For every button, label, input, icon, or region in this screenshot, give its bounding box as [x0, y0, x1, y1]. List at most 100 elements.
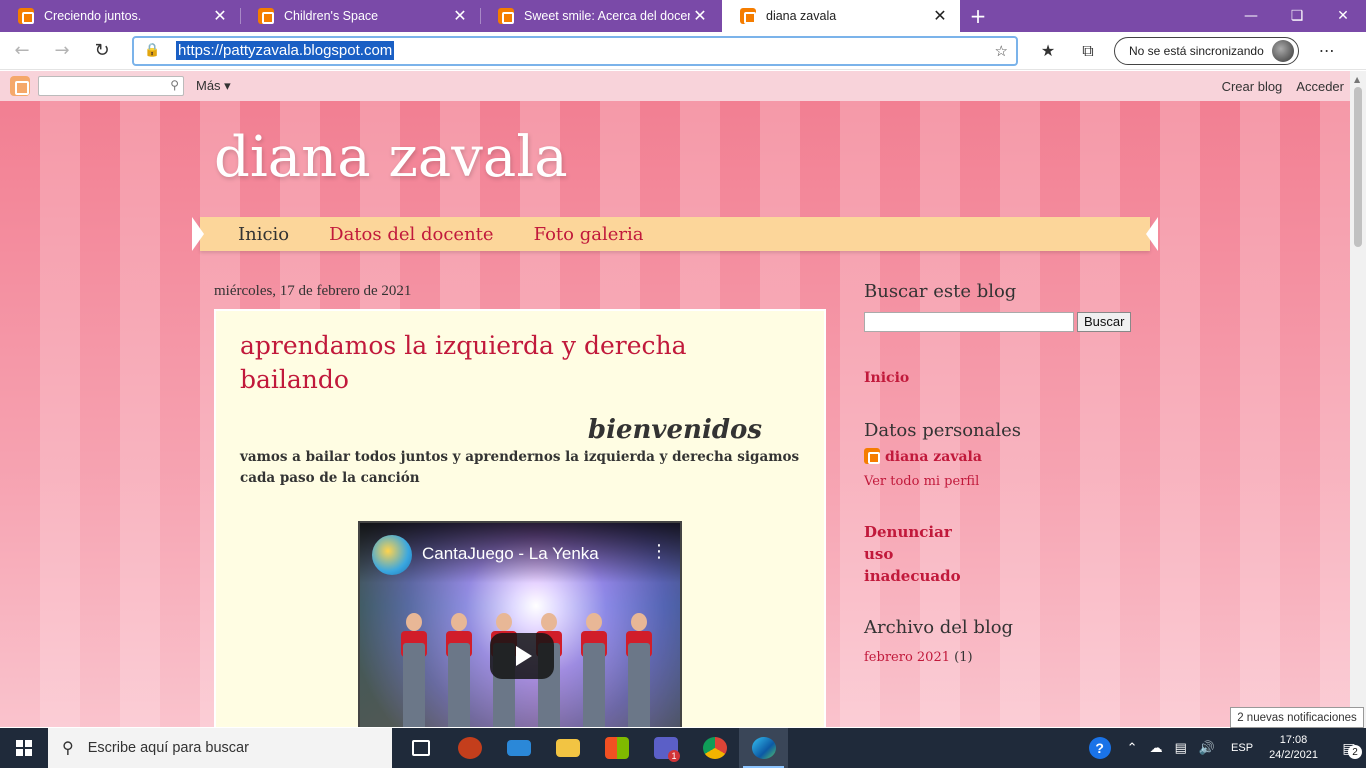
archive-entry: febrero 2021 (1): [864, 650, 1144, 665]
close-icon[interactable]: ✕: [450, 6, 470, 26]
search-icon[interactable]: ⚲: [170, 78, 179, 92]
teams-icon[interactable]: 1: [641, 728, 690, 768]
dancer-figure: [398, 613, 428, 727]
report-abuse-link[interactable]: Denunciar uso inadecuado: [864, 521, 1144, 587]
dancer-figure: [578, 613, 608, 727]
video-title[interactable]: CantaJuego - La Yenka: [422, 544, 650, 564]
refresh-icon[interactable]: ↻: [84, 36, 120, 66]
url-text[interactable]: https://pattyzavala.blogspot.com: [176, 41, 395, 60]
cloud-icon[interactable]: ☁: [1150, 740, 1163, 756]
tab-diana-zavala[interactable]: diana zavala ✕: [722, 0, 960, 32]
post-body: vamos a bailar todos juntos y aprenderno…: [240, 449, 800, 486]
report-abuse-line[interactable]: Denunciar: [864, 521, 1144, 543]
taskbar-search[interactable]: ⚲ Escribe aquí para buscar: [48, 728, 392, 768]
blogger-icon: [498, 8, 514, 24]
tab-childrens-space[interactable]: Children's Space ✕: [240, 0, 480, 32]
blogger-icon: [258, 8, 274, 24]
play-button-icon[interactable]: [490, 633, 554, 679]
blogger-profile-icon: [864, 448, 880, 464]
video-header: CantaJuego - La Yenka ⋮: [360, 523, 680, 583]
post-date: miércoles, 17 de febrero de 2021: [214, 283, 412, 299]
video-more-icon[interactable]: ⋮: [650, 541, 668, 562]
view-profile-link[interactable]: Ver todo mi perfil: [864, 474, 1144, 489]
channel-logo-icon[interactable]: [372, 535, 412, 575]
forward-icon[interactable]: →: [44, 36, 80, 66]
post-welcome: bienvenidos: [587, 415, 762, 445]
profile-name-link[interactable]: diana zavala: [885, 449, 982, 465]
sign-in-link[interactable]: Acceder: [1296, 79, 1344, 94]
windows-taskbar: ⚲ Escribe aquí para buscar 1 ? ⌃ ☁ ▤ 🔊 E…: [0, 728, 1366, 768]
page-scrollbar[interactable]: ▲: [1350, 71, 1366, 728]
tab-strip: Creciendo juntos. ✕ Children's Space ✕ S…: [0, 0, 1366, 32]
profile-sync-button[interactable]: No se está sincronizando: [1114, 36, 1299, 65]
avatar: [1271, 39, 1294, 62]
archive-heading: Archivo del blog: [864, 617, 1014, 638]
tab-sweet-smile[interactable]: Sweet smile: Acerca del docente ✕: [480, 0, 720, 32]
notifications-icon[interactable]: ▤2: [1332, 728, 1366, 768]
back-icon[interactable]: ←: [4, 36, 40, 66]
mail-icon[interactable]: [494, 728, 543, 768]
minimize-icon[interactable]: —: [1228, 0, 1274, 32]
notification-count: 2: [1348, 745, 1362, 759]
search-button[interactable]: Buscar: [1077, 312, 1132, 332]
volume-icon[interactable]: 🔊: [1199, 740, 1215, 756]
restore-icon[interactable]: ❏: [1274, 0, 1320, 32]
blog-page: diana zavala Inicio Datos del docente Fo…: [0, 101, 1350, 727]
post-title[interactable]: aprendamos la izquierda y derecha bailan…: [240, 329, 800, 397]
scroll-up-icon[interactable]: ▲: [1354, 75, 1360, 84]
sidebar-search-input[interactable]: [864, 312, 1074, 332]
report-abuse-line[interactable]: inadecuado: [864, 565, 1144, 587]
settings-more-icon[interactable]: ⋯: [1307, 36, 1347, 66]
close-icon[interactable]: ✕: [690, 6, 710, 26]
clock[interactable]: 17:08 24/2/2021: [1269, 733, 1318, 763]
task-view-icon[interactable]: [396, 728, 445, 768]
menu-item-datos-docente[interactable]: Datos del docente: [329, 224, 493, 245]
teams-badge: 1: [668, 750, 680, 762]
file-explorer-icon[interactable]: [543, 728, 592, 768]
chrome-icon[interactable]: [690, 728, 739, 768]
menu-item-inicio[interactable]: Inicio: [238, 224, 289, 245]
sidebar: Buscar este blog Buscar Inicio Datos per…: [864, 281, 1144, 665]
create-blog-link[interactable]: Crear blog: [1222, 79, 1283, 94]
new-tab-button[interactable]: +: [960, 0, 996, 32]
blog-title[interactable]: diana zavala: [214, 125, 568, 190]
page-menu: Inicio Datos del docente Foto galeria: [192, 217, 1158, 251]
profile-heading: Datos personales: [864, 420, 1022, 441]
network-icon[interactable]: ▤: [1175, 740, 1187, 756]
sidebar-home-link[interactable]: Inicio: [864, 370, 1144, 386]
post-card: aprendamos la izquierda y derecha bailan…: [214, 309, 826, 727]
youtube-video-embed[interactable]: CantaJuego - La Yenka ⋮: [358, 521, 682, 727]
search-icon: ⚲: [62, 740, 74, 757]
help-icon[interactable]: ?: [1088, 737, 1111, 759]
blogger-search-input[interactable]: ⚲: [38, 76, 184, 96]
start-button[interactable]: [0, 728, 48, 768]
more-menu[interactable]: Más ▾: [196, 78, 231, 94]
profile-name-row: diana zavala: [864, 448, 1144, 465]
tab-title: Children's Space: [284, 9, 379, 23]
collections-icon[interactable]: ⧉: [1068, 36, 1108, 66]
close-icon[interactable]: ✕: [930, 6, 950, 26]
tab-creciendo-juntos[interactable]: Creciendo juntos. ✕: [0, 0, 240, 32]
add-favorite-icon[interactable]: ☆: [995, 42, 1008, 60]
show-hidden-icons-icon[interactable]: ⌃: [1127, 740, 1138, 756]
clock-date: 24/2/2021: [1269, 749, 1318, 761]
address-bar[interactable]: 🔒 https://pattyzavala.blogspot.com ☆: [132, 35, 1018, 66]
scrollbar-thumb[interactable]: [1354, 87, 1362, 247]
language-indicator[interactable]: ESP: [1231, 742, 1253, 754]
favorites-icon[interactable]: ★: [1028, 36, 1068, 66]
windows-icon: [16, 740, 32, 756]
archive-month-link[interactable]: febrero 2021: [864, 650, 950, 665]
store-icon[interactable]: [592, 728, 641, 768]
tab-title: diana zavala: [766, 9, 837, 23]
notification-toast[interactable]: 2 nuevas notificaciones: [1230, 707, 1364, 728]
blogger-logo-icon[interactable]: [10, 76, 30, 96]
window-close-icon[interactable]: ✕: [1320, 0, 1366, 32]
sync-label: No se está sincronizando: [1129, 43, 1264, 58]
edge-icon[interactable]: [739, 728, 788, 768]
close-icon[interactable]: ✕: [210, 6, 230, 26]
powerpoint-icon[interactable]: [445, 728, 494, 768]
lock-icon[interactable]: 🔒: [144, 43, 166, 58]
report-abuse-line[interactable]: uso: [864, 543, 1144, 565]
search-heading: Buscar este blog: [864, 281, 1017, 302]
menu-item-foto-galeria[interactable]: Foto galeria: [534, 224, 644, 245]
